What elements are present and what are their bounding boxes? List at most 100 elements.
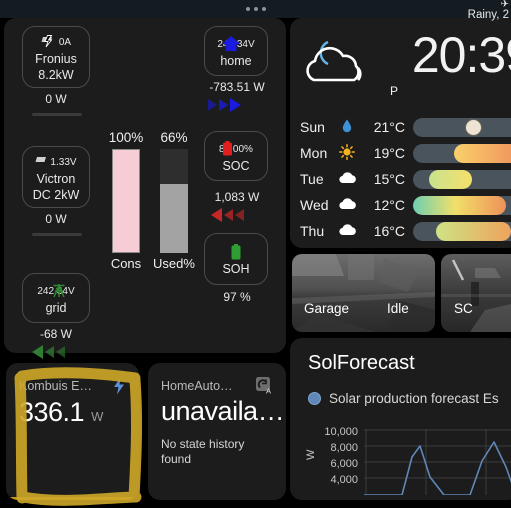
homeauto-note: No state history found bbox=[161, 437, 245, 466]
chart-y-tick: 4,000 bbox=[330, 474, 358, 486]
homeauto-number: unavaila… bbox=[161, 396, 285, 426]
fronius-flow-bar bbox=[32, 113, 82, 116]
forecast-row-sun: Sun 21°C bbox=[300, 114, 511, 140]
forecast-temp: 15°C bbox=[373, 171, 405, 187]
forecast-temp: 16°C bbox=[373, 223, 405, 239]
home-flow-arrows bbox=[208, 98, 241, 112]
fronius-secondary: 0A bbox=[58, 36, 72, 48]
victron-header: 1.33V bbox=[35, 154, 77, 171]
solforecast-title: SolForecast bbox=[308, 352, 415, 374]
forecast-temp: 12°C bbox=[373, 197, 405, 213]
solforecast-card[interactable]: SolForecast Solar production forecast Es… bbox=[290, 338, 511, 500]
grid-name: grid bbox=[45, 300, 67, 315]
home-flow-label: -783.51 W bbox=[209, 80, 265, 94]
energy-node-victron[interactable]: 1.33V Victron DC 2kW bbox=[22, 146, 90, 208]
solforecast-chart: W 10,000 8,000 6,000 4,000 bbox=[305, 424, 511, 495]
forecast-bar-fill bbox=[435, 221, 511, 241]
energy-node-home[interactable]: 242.34V home bbox=[204, 26, 268, 76]
cloud-icon bbox=[336, 171, 358, 187]
chart-y-tick: 10,000 bbox=[324, 426, 358, 438]
garage-camera-state: Idle bbox=[387, 301, 409, 316]
entity-card-homeauto[interactable]: HomeAuto… A unavaila… No state history f… bbox=[148, 363, 286, 500]
arrow-right-small bbox=[219, 99, 228, 111]
house-icon bbox=[222, 35, 241, 51]
home-header: 242.34V bbox=[217, 35, 255, 53]
kombuis-unit: W bbox=[91, 409, 103, 424]
soh-flow-label: 97 % bbox=[223, 290, 251, 304]
forecast-day-label: Tue bbox=[300, 171, 324, 187]
garage-camera-feed bbox=[292, 254, 435, 332]
forecast-bar-track bbox=[413, 117, 511, 137]
fronius-header: 0A bbox=[41, 34, 71, 51]
airplane-icon: ✈ bbox=[500, 0, 509, 10]
kombuis-name: Kombuis E… bbox=[19, 379, 92, 393]
forecast-temp: 19°C bbox=[373, 145, 405, 161]
energy-node-soc[interactable]: 87.00% SOC bbox=[204, 131, 268, 181]
left-column: 0A Fronius 8.2kW 0 W 1.33V Victron DC 2k… bbox=[4, 18, 286, 506]
arrow-right-large bbox=[230, 98, 241, 112]
power-tower-icon bbox=[53, 283, 65, 297]
forecast-row-tue: Tue 15°C bbox=[300, 166, 511, 192]
energy-node-fronius[interactable]: 0A Fronius 8.2kW bbox=[22, 26, 90, 88]
bar-cons-fill bbox=[113, 150, 139, 252]
soc-header: 87.00% bbox=[219, 140, 253, 158]
arrow-left-small bbox=[224, 209, 233, 221]
cloud-icon bbox=[336, 197, 358, 213]
fronius-name: Fronius bbox=[35, 51, 77, 66]
arrow-right-small bbox=[208, 99, 217, 111]
bar-used-pct: 66% bbox=[160, 130, 188, 145]
chart-y-tick: 8,000 bbox=[330, 442, 358, 454]
camera-card-garage[interactable]: Garage Idle bbox=[292, 254, 435, 332]
energy-distribution-card: 0A Fronius 8.2kW 0 W 1.33V Victron DC 2k… bbox=[4, 18, 286, 359]
clock-sub-label: P bbox=[390, 84, 399, 98]
bar-used-label: Used% bbox=[153, 256, 195, 271]
solar-panel-icon bbox=[35, 157, 47, 162]
fronius-flow-label: 0 W bbox=[45, 92, 67, 106]
forecast-temp: 21°C bbox=[373, 119, 405, 135]
soc-name: SOC bbox=[222, 158, 250, 173]
forecast-bar-track bbox=[413, 143, 511, 163]
grid-flow-label: -68 W bbox=[39, 327, 72, 341]
victron-name: Victron bbox=[36, 171, 76, 186]
forecast-row-wed: Wed 12°C bbox=[300, 192, 511, 218]
forecast-bar-fill bbox=[454, 143, 511, 163]
fronius-sub: 8.2kW bbox=[38, 67, 74, 82]
bar-used-track bbox=[160, 149, 188, 253]
camera-cutout-dots bbox=[245, 7, 266, 11]
weather-clock-card[interactable]: 20:39 P Sun 21°C Mon bbox=[290, 18, 511, 248]
victron-flow-label: 0 W bbox=[45, 212, 67, 226]
legend-series-label: Solar production forecast Es bbox=[329, 391, 499, 406]
automation-a-icon: A bbox=[256, 377, 271, 394]
victron-sub: DC 2kW bbox=[32, 187, 80, 202]
solforecast-legend[interactable]: Solar production forecast Es bbox=[290, 375, 511, 406]
arrow-left-small bbox=[235, 209, 244, 221]
forecast-day-label: Wed bbox=[300, 197, 329, 213]
bar-cons-track bbox=[112, 149, 140, 253]
arrow-left-large bbox=[211, 208, 222, 222]
battery-green-icon bbox=[231, 243, 241, 259]
cloudy-night-icon bbox=[306, 40, 362, 82]
arrow-left-small bbox=[56, 346, 65, 358]
forecast-bar-fill bbox=[428, 169, 473, 189]
bar-used-fill bbox=[160, 184, 188, 253]
camera-card-sc[interactable]: SC bbox=[441, 254, 511, 332]
rain-drop-icon bbox=[336, 119, 358, 136]
sun-icon bbox=[336, 143, 358, 163]
forecast-bar-fill bbox=[413, 195, 507, 215]
bar-cons-label: Cons bbox=[110, 256, 142, 271]
arrow-left-small bbox=[45, 346, 54, 358]
kombuis-number: 336.1 bbox=[19, 397, 85, 427]
energy-node-grid[interactable]: 242.34V grid bbox=[22, 273, 90, 323]
legend-series-dot bbox=[308, 392, 321, 405]
soh-name: SOH bbox=[222, 261, 250, 276]
forecast-bar-track bbox=[413, 195, 511, 215]
entity-card-kombuis[interactable]: Kombuis E… 336.1 W bbox=[6, 363, 139, 500]
chart-plot-area bbox=[364, 429, 511, 495]
battery-red-icon bbox=[223, 140, 233, 155]
soc-flow-label: 1,083 W bbox=[214, 190, 260, 204]
chart-y-tick: 6,000 bbox=[330, 458, 358, 470]
victron-flow-bar bbox=[32, 233, 82, 236]
energy-node-soh[interactable]: SOH bbox=[204, 233, 268, 285]
grid-header: 242.34V bbox=[37, 283, 75, 300]
grid-flow-arrows bbox=[32, 345, 65, 359]
